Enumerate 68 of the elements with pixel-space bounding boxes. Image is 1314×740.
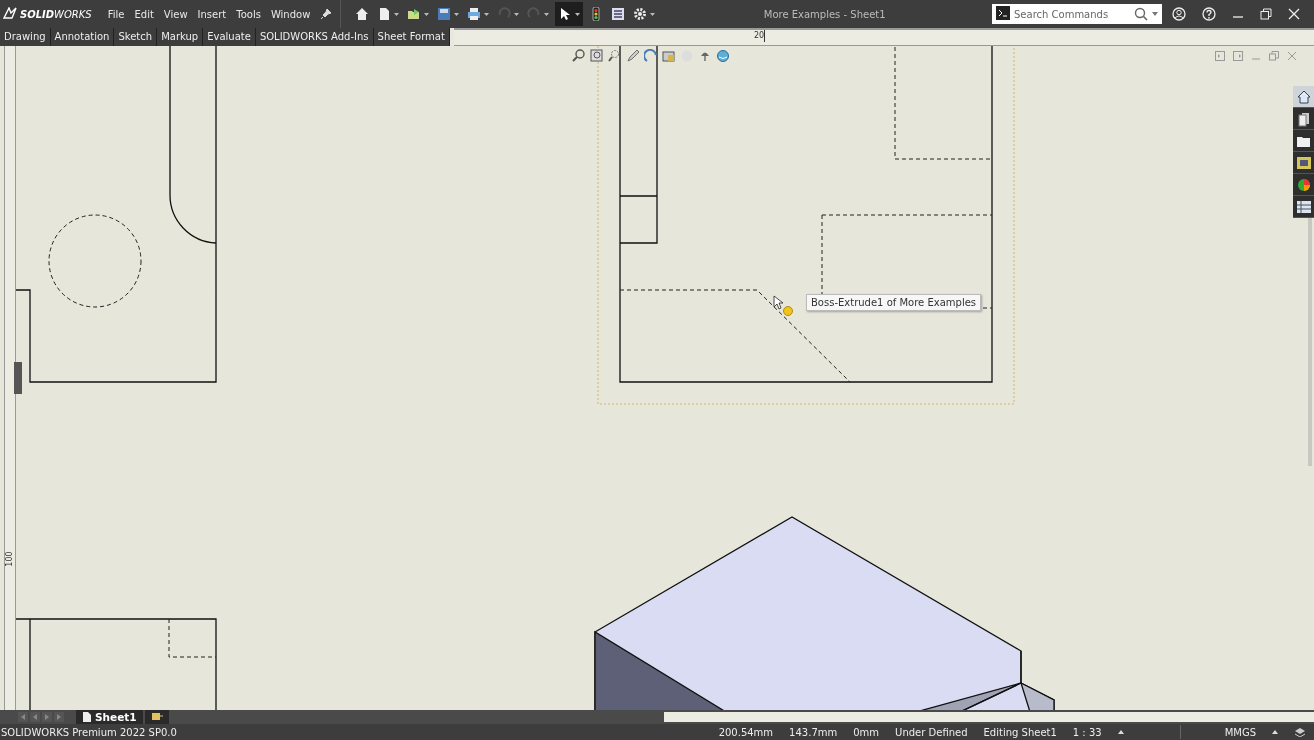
open-folder-icon[interactable]	[407, 7, 422, 21]
home-icon[interactable]	[355, 7, 370, 21]
restore-icon[interactable]	[1260, 8, 1272, 20]
add-sheet-icon[interactable]	[150, 712, 163, 722]
caret-icon[interactable]	[544, 12, 550, 16]
tooltip: Boss-Extrude1 of More Examples	[806, 294, 982, 311]
menu-item[interactable]: Window	[270, 8, 311, 20]
zoom-to-fit-icon[interactable]	[572, 49, 586, 63]
print-icon[interactable]	[467, 7, 482, 21]
table-icon[interactable]	[1295, 198, 1312, 215]
sheet-tab[interactable]: Sheet1	[76, 710, 143, 724]
help-icon[interactable]	[1202, 7, 1216, 21]
rotate-icon[interactable]	[644, 49, 658, 63]
scrollbar[interactable]	[664, 712, 1314, 722]
menu-item[interactable]: File	[107, 8, 125, 20]
sheet-icon	[82, 712, 92, 722]
drawing-view[interactable]	[619, 46, 993, 383]
status-text: 143.7mm	[789, 726, 838, 738]
status-text[interactable]: MMGS	[1224, 726, 1256, 738]
status-text: SOLIDWORKS Premium 2022 SP0.0	[0, 726, 177, 738]
layers-icon[interactable]	[1294, 727, 1306, 737]
status-text: 0mm	[853, 726, 880, 738]
document-stack-icon[interactable]	[1295, 110, 1312, 127]
list-icon[interactable]	[611, 7, 626, 21]
menu-item[interactable]: Insert	[197, 8, 227, 20]
menu-item[interactable]: View	[163, 8, 188, 20]
terminal-icon	[996, 5, 1010, 20]
status-text: 1 : 33	[1072, 726, 1102, 738]
window-title: More Examples - Sheet1	[762, 8, 887, 20]
search-icon[interactable]	[1134, 7, 1148, 21]
document-icon[interactable]	[377, 7, 392, 21]
status-text: 200.54mm	[718, 726, 774, 738]
pencil-icon[interactable]	[626, 49, 640, 63]
caret-icon[interactable]	[514, 12, 520, 16]
caret-icon[interactable]	[454, 12, 460, 16]
zoom-area-icon[interactable]	[590, 49, 604, 63]
status-text: Editing Sheet1	[983, 726, 1057, 738]
panel-handle[interactable]	[14, 362, 22, 394]
ruler-label: 20	[753, 30, 766, 42]
isometric-part-drawing[interactable]	[594, 516, 1055, 710]
color-wheel-icon[interactable]	[1295, 176, 1312, 193]
view-palette-icon[interactable]	[1295, 154, 1312, 171]
status-text: Under Defined	[895, 726, 968, 738]
caret-icon[interactable]	[394, 12, 400, 16]
drawing-view[interactable]	[15, 46, 217, 383]
save-icon[interactable]	[437, 7, 452, 21]
zoom-selection-icon[interactable]	[608, 49, 622, 63]
home-icon[interactable]	[1295, 88, 1312, 105]
caret-icon[interactable]	[1152, 12, 1158, 16]
user-icon[interactable]	[1172, 7, 1186, 21]
globe-icon[interactable]	[716, 49, 730, 63]
search-field[interactable]: Search Commands	[1014, 8, 1130, 20]
menu-item[interactable]: Tools	[236, 8, 261, 20]
caret-icon[interactable]	[650, 12, 656, 16]
app-logo: SOLIDWORKS	[0, 7, 100, 21]
caret-icon[interactable]	[424, 12, 430, 16]
caret-up-icon[interactable]	[1117, 730, 1124, 734]
caret-icon[interactable]	[575, 12, 581, 16]
ruler-label: 100	[5, 550, 15, 569]
caret-up-icon[interactable]	[1272, 730, 1278, 734]
caret-icon[interactable]	[484, 12, 490, 16]
drawing-view[interactable]	[15, 618, 217, 710]
menu-item[interactable]: Edit	[134, 8, 154, 20]
pin-icon[interactable]	[320, 8, 333, 20]
display-style-icon[interactable]	[662, 49, 676, 63]
cursor-icon	[773, 295, 793, 316]
search-box[interactable]: Search Commands	[992, 4, 1162, 24]
gear-icon[interactable]	[633, 7, 648, 21]
